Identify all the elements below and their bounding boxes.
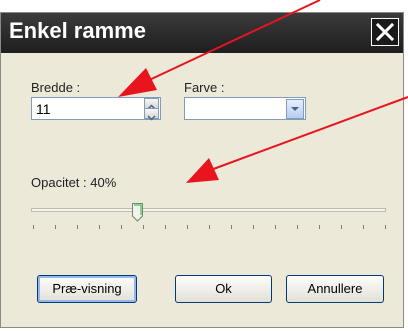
slider-tick — [165, 225, 166, 229]
slider-tick — [121, 225, 122, 229]
color-label: Farve : — [184, 80, 225, 95]
color-dropdown[interactable] — [184, 97, 306, 120]
slider-tick — [55, 225, 56, 229]
title-bar[interactable]: Enkel ramme — [1, 13, 403, 53]
slider-tick — [385, 225, 386, 229]
width-label: Bredde : — [31, 80, 81, 95]
chevron-down-icon — [147, 115, 156, 121]
slider-tick — [99, 225, 100, 229]
opacity-slider-track[interactable] — [31, 208, 386, 212]
opacity-slider-thumb[interactable] — [132, 203, 143, 227]
slider-tick — [275, 225, 276, 229]
opacity-label: Opacitet : 40% — [31, 175, 117, 190]
chevron-down-icon — [291, 107, 299, 111]
slider-tick — [77, 225, 78, 229]
ok-button[interactable]: Ok — [175, 275, 272, 303]
close-icon — [376, 23, 394, 41]
slider-tick — [319, 225, 320, 229]
color-dropdown-button[interactable] — [286, 99, 304, 119]
dialog-title: Enkel ramme — [9, 18, 146, 43]
slider-tick — [363, 225, 364, 229]
preview-button[interactable]: Præ-visning — [37, 275, 137, 303]
slider-thumb-icon — [132, 203, 143, 222]
slider-tick — [143, 225, 144, 229]
slider-tick — [187, 225, 188, 229]
slider-tick — [253, 225, 254, 229]
cancel-button[interactable]: Annullere — [286, 275, 384, 303]
slider-tick — [341, 225, 342, 229]
width-value: 11 — [36, 101, 51, 117]
slider-tick — [33, 225, 34, 229]
width-field[interactable]: 11 — [31, 97, 161, 121]
slider-tick — [297, 225, 298, 229]
slider-tick — [209, 225, 210, 229]
close-button[interactable] — [371, 18, 399, 46]
width-decrement-button[interactable] — [144, 108, 159, 121]
slider-tick — [231, 225, 232, 229]
dialog-window: Enkel ramme Bredde : 11 Farve : Opacitet… — [0, 12, 404, 328]
